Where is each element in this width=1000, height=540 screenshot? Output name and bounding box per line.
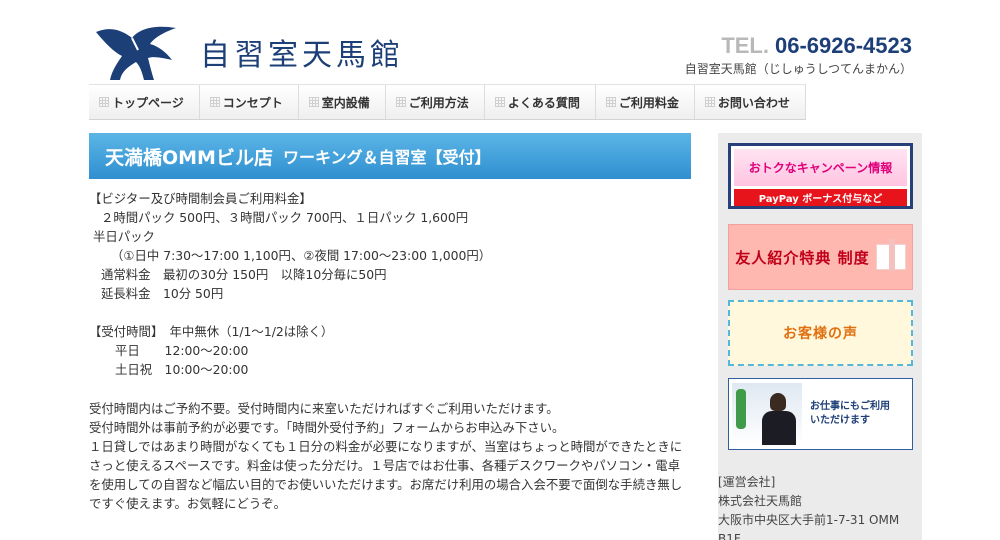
nav-item-facilities[interactable]: 室内設備 [299,85,386,119]
referral-banner[interactable]: 友人紹介特典 制度 [728,224,913,290]
company-name: 株式会社天馬館 [718,494,803,508]
nav-item-label: コンセプト [222,95,283,110]
tel-subtitle: 自習室天馬館（じしゅうしつてんまかん） [684,62,912,76]
customer-voice-banner[interactable]: お客様の声 [728,300,913,366]
nav-item-label: ご利用料金 [618,95,679,110]
campaign-banner-sub: PayPay ボーナス付与など [734,189,907,206]
nav-item-label: トップページ [112,95,184,110]
nav-bullet-icon [494,97,505,107]
page-title-bar: 天満橋OMMビル店 ワーキング＆自習室【受付】 [89,133,691,179]
nav-item-concept[interactable]: コンセプト [200,85,299,119]
fee-line: （①日中 7:30～17:00 1,100円、②夜間 17:00～23:00 1… [111,248,492,263]
work-use-line: お仕事にもご利用 [810,401,890,412]
nav-item-top[interactable]: トップページ [89,85,200,119]
site-title[interactable]: 自習室天馬館 [200,30,404,74]
hours-heading: 【受付時間】 年中無休（1/1～1/2は除く） [89,324,334,339]
nav-item-label: お問い合わせ [717,95,790,110]
nav-item-faq[interactable]: よくある質問 [485,85,596,119]
campaign-banner[interactable]: おトクなキャンペーン情報 PayPay ボーナス付与など [728,143,913,209]
nav-item-label: よくある質問 [507,95,580,110]
fee-line: ２時間パック 500円、３時間パック 700円、１日パック 1,600円 [101,210,469,225]
tel-number[interactable]: 06-6926-4523 [775,33,912,58]
nav-item-label: ご利用方法 [408,95,469,110]
tel-block: TEL. 06-6926-4523 [721,33,912,59]
info-paragraph: 受付時間内はご予約不要。受付時間内に来室いただければすぐご利用いただけます。 受… [89,399,689,513]
fee-section: 【ビジター及び時間制会員ご利用料金】 ２時間パック 500円、３時間パック 70… [89,189,691,379]
info-line: 受付時間内はご予約不要。受付時間内に来室いただければすぐご利用いただけます。 [89,401,559,416]
nav-bullet-icon [395,97,406,107]
company-address: 大阪市中央区大手前1-7-31 OMM [718,513,900,527]
company-label: [運営会社] [718,475,776,489]
referral-banner-label: 友人紹介特典 制度 [735,248,870,267]
pegasus-logo[interactable] [92,22,184,82]
nav-bullet-icon [99,97,109,107]
hours-weekday: 平日 12:00～20:00 [115,343,249,358]
nav-item-contact[interactable]: お問い合わせ [695,85,806,119]
nav-bullet-icon [209,97,220,107]
nav-item-label: 室内設備 [321,95,370,110]
gift-box-icon [875,239,906,271]
page-subtitle: ワーキング＆自習室【受付】 [282,148,491,167]
main-content: 天満橋OMMビル店 ワーキング＆自習室【受付】 【ビジター及び時間制会員ご利用料… [89,133,691,513]
fee-line: 半日パック [93,229,155,244]
customer-voice-label: お客様の声 [783,326,858,342]
page-title: 天満橋OMMビル店 [105,146,273,169]
company-address: B1F [718,532,741,540]
main-nav: トップページ コンセプト 室内設備 ご利用方法 よくある質問 ご利用料金 お問い… [89,84,806,120]
nav-bullet-icon [704,97,715,107]
fees-heading: 【ビジター及び時間制会員ご利用料金】 [89,191,312,206]
info-line: １日貸しではあまり時間がなくても１日分の料金が必要になりますが、当室はちょっと時… [89,439,683,511]
nav-item-usage[interactable]: ご利用方法 [386,85,485,119]
nav-item-pricing[interactable]: ご利用料金 [596,85,695,119]
tel-label: TEL. [721,33,769,58]
sidebar: おトクなキャンペーン情報 PayPay ボーナス付与など 友人紹介特典 制度 お… [718,133,922,540]
fee-line: 延長料金 10分 50円 [101,286,224,301]
nav-bullet-icon [605,97,616,107]
work-use-banner[interactable]: お仕事にもご利用 いただけます [728,378,913,450]
info-line: 受付時間外は事前予約が必要です。「時間外受付予約」フォームからお申込み下さい。 [89,420,565,435]
work-use-line: いただけます [810,415,870,426]
work-use-label: お仕事にもご利用 いただけます [810,400,890,428]
nav-bullet-icon [308,97,319,107]
office-worker-image [732,383,802,445]
campaign-banner-title: おトクなキャンペーン情報 [734,149,907,186]
fee-line: 通常料金 最初の30分 150円 以降10分毎に50円 [101,267,387,282]
company-info: [運営会社] 株式会社天馬館 大阪市中央区大手前1-7-31 OMM B1F [718,473,899,540]
hours-weekend: 土日祝 10:00～20:00 [115,362,249,377]
